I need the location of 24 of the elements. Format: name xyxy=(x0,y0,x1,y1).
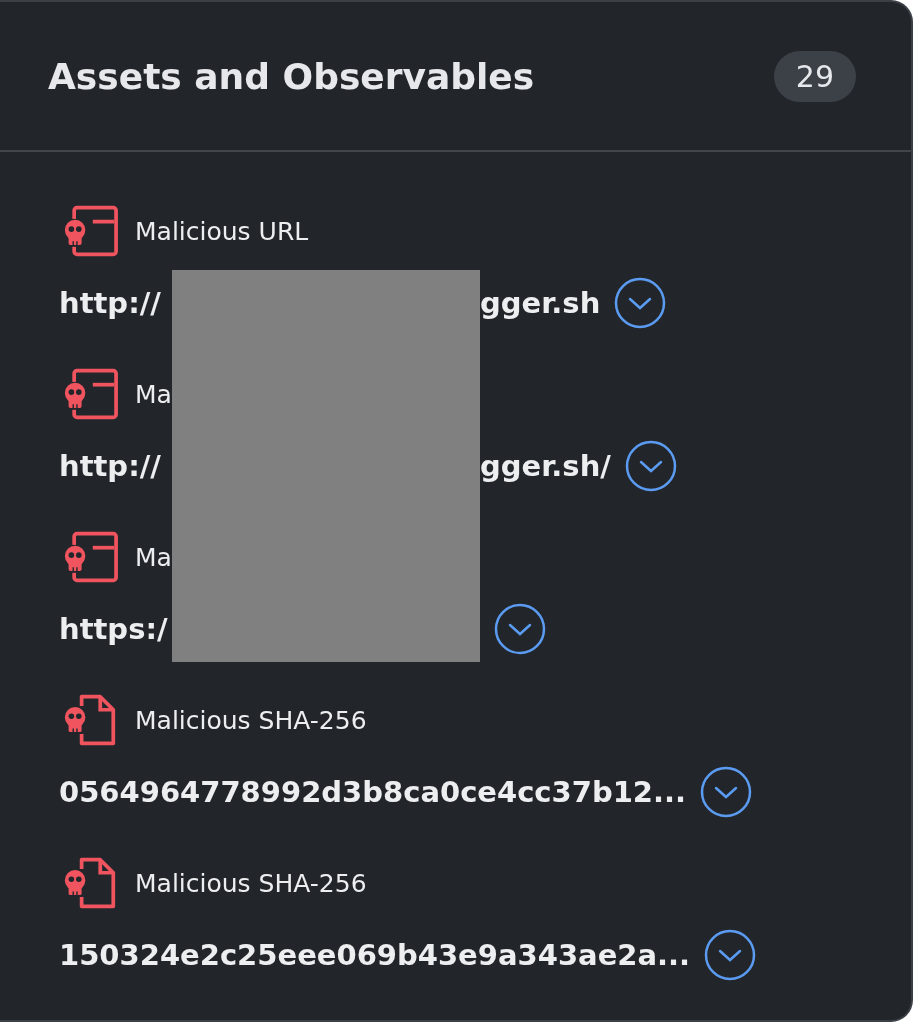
observable-value: gger.sh/ xyxy=(480,449,611,483)
observable-type: Ma xyxy=(135,542,172,572)
observable-type: Ma xyxy=(135,379,172,409)
expand-button[interactable] xyxy=(700,766,753,818)
chevron-down-icon xyxy=(700,766,753,818)
expand-button[interactable] xyxy=(614,277,667,329)
panel-title: Assets and Observables xyxy=(48,55,535,97)
observable-value: http:// xyxy=(59,449,162,483)
observable-value: 0564964778992d3b8ca0ce4cc37b12... xyxy=(59,775,687,809)
observable-value: https:/ xyxy=(59,612,169,646)
count-badge: 29 xyxy=(773,50,856,102)
observable-value: gger.sh xyxy=(480,286,601,320)
expand-button[interactable] xyxy=(704,929,757,981)
chevron-down-icon xyxy=(614,277,667,329)
observable-type: Malicious SHA-256 xyxy=(135,705,367,735)
observable-value: 150324e2c25eee069b43e9a343ae2a... xyxy=(59,938,691,972)
observable-type: Malicious URL xyxy=(135,216,309,246)
chevron-down-icon xyxy=(704,929,757,981)
expand-button[interactable] xyxy=(624,440,677,492)
chevron-down-icon xyxy=(624,440,677,492)
expand-button[interactable] xyxy=(494,603,546,655)
observable-type: Malicious SHA-256 xyxy=(135,868,367,898)
chevron-down-icon xyxy=(494,603,546,655)
observable-value: http:// xyxy=(59,286,162,320)
